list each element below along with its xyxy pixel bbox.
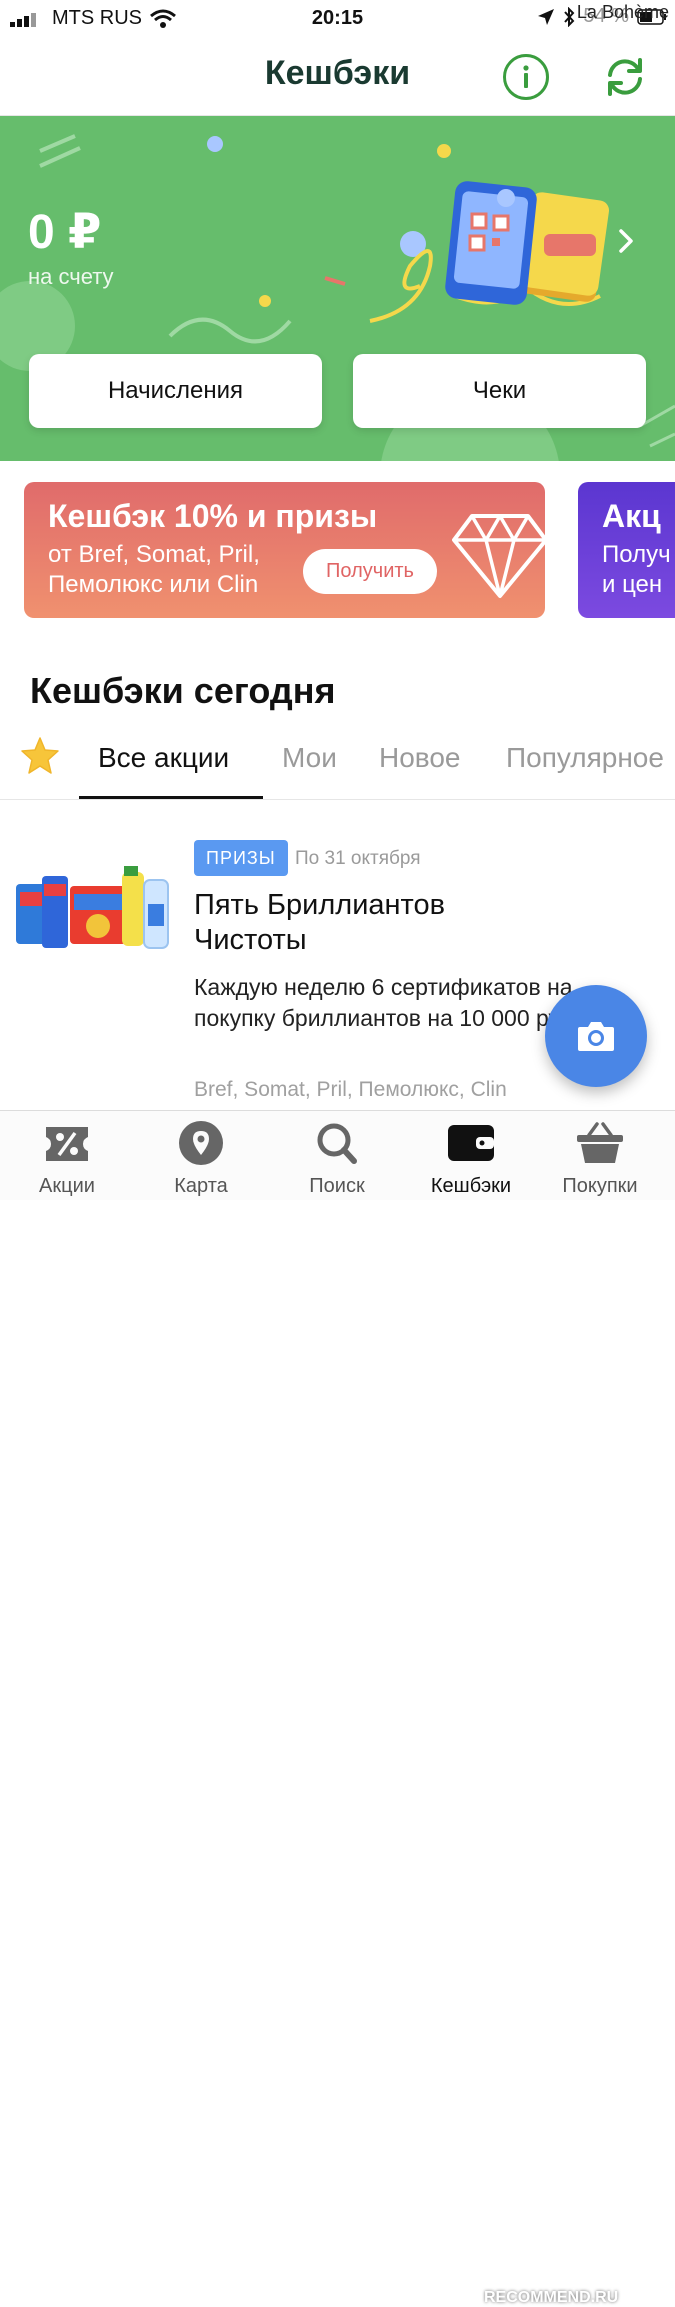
filter-tabs: Все акции Мои Новое Популярное (0, 730, 675, 800)
diamond-icon (452, 514, 545, 598)
tab-all-offers[interactable]: Все акции (98, 742, 229, 774)
tabbar-item-purchases[interactable]: Покупки (540, 1121, 660, 1198)
balance-subtitle: на счету (28, 264, 114, 289)
tabbar-item-promotions[interactable]: Акции (7, 1121, 127, 1198)
basket-icon (577, 1122, 623, 1163)
promo-subtitle-line: Пемолюкс или Clin (48, 571, 259, 598)
bottom-tab-bar: Акции Карта Поиск Кешбэки Покупки RECOMM… (0, 1110, 675, 2306)
watermark-top: La Bohème (576, 2, 669, 22)
accruals-button[interactable]: Начисления (29, 354, 322, 428)
promo-subtitle-line: Получ (602, 541, 671, 568)
offer-title: Пять Бриллиантов Чистоты (194, 889, 446, 956)
tab-mine[interactable]: Мои (282, 742, 337, 774)
phone-wallet-illustration (445, 181, 610, 305)
map-pin-icon (179, 1121, 223, 1165)
wallet-icon (448, 1125, 494, 1161)
coupon-percent-icon (46, 1127, 88, 1161)
tabbar-item-search[interactable]: Поиск (277, 1121, 397, 1198)
page-title: Кешбэки (264, 54, 411, 92)
tab-new[interactable]: Новое (379, 742, 461, 774)
tab-popular[interactable]: Популярное (506, 742, 664, 774)
nav-bar: Кешбэки (0, 36, 675, 116)
location-arrow-icon (538, 8, 555, 25)
star-icon[interactable] (20, 736, 60, 776)
info-button[interactable] (503, 54, 549, 100)
status-bar: MTS RUS 20:15 54 % La Bohème (0, 0, 675, 36)
watermark-bottom: RECOMMEND.RU (484, 2289, 619, 2306)
offer-date: По 31 октября (295, 848, 421, 869)
offer-badge: ПРИЗЫ (194, 840, 288, 876)
tabbar-label: Покупки (562, 1175, 638, 1197)
tabbar-item-cashback[interactable]: Кешбэки (411, 1121, 531, 1198)
tabbar-label: Кешбэки (430, 1175, 512, 1197)
section-title: Кешбэки сегодня (30, 670, 336, 711)
tabbar-label: Акции (39, 1175, 95, 1197)
info-icon (523, 65, 529, 88)
camera-icon (578, 1022, 614, 1051)
get-promo-button[interactable]: Получить (303, 549, 437, 594)
refresh-icon (608, 58, 642, 96)
tabbar-item-map[interactable]: Карта (141, 1121, 261, 1198)
promo-subtitle: Получ и цен (602, 540, 671, 600)
refresh-button[interactable] (602, 54, 648, 100)
balance-banner[interactable]: 0 ₽ на счету Начисления Чеки (0, 116, 675, 461)
tabbar-label: Карта (174, 1175, 228, 1197)
tabbar-label: Поиск (309, 1175, 365, 1197)
bluetooth-icon (564, 6, 575, 27)
promo-subtitle-line: и цен (602, 571, 663, 598)
promo-card-cashback[interactable]: Кешбэк 10% и призы от Bref, Somat, Pril,… (24, 482, 545, 618)
chevron-right-icon[interactable] (618, 228, 634, 262)
receipts-button[interactable]: Чеки (353, 354, 646, 428)
balance-amount: 0 ₽ (28, 206, 102, 259)
product-image (16, 866, 169, 949)
promo-subtitle: от Bref, Somat, Pril, Пемолюкс или Clin (48, 540, 318, 600)
active-tab-indicator (79, 796, 263, 799)
promo-subtitle-line: от Bref, Somat, Pril, (48, 541, 260, 568)
promo-card-next[interactable]: Акц Получ и цен (578, 482, 675, 618)
promo-title: Кешбэк 10% и призы (48, 498, 378, 534)
promo-title: Акц (602, 498, 661, 534)
offer-brands: Bref, Somat, Pril, Пемолюкс, Clin (194, 1078, 507, 1101)
search-icon (317, 1123, 357, 1164)
scan-receipt-button[interactable] (545, 985, 647, 1087)
